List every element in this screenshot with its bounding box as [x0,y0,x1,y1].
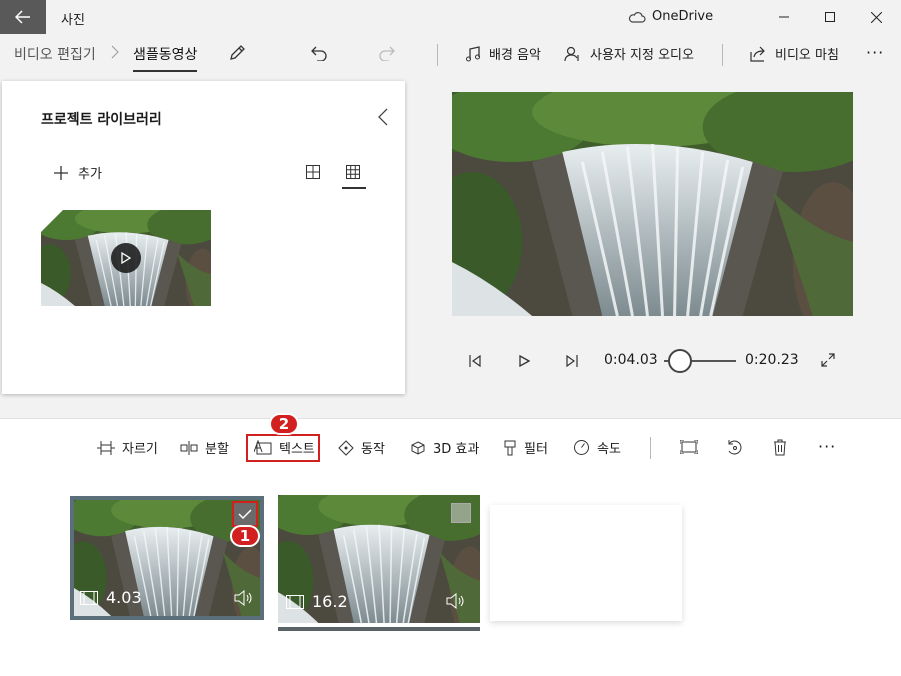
onedrive-label: OneDrive [652,9,714,24]
waterfall-image [452,92,853,316]
small-grid-icon[interactable] [346,165,360,179]
finish-video-button[interactable]: 비디오 마침 [750,44,839,63]
title-bar: 사진 OneDrive [0,0,901,34]
speed-label: 속도 [597,442,621,457]
more-button[interactable]: ··· [866,43,884,62]
minimize-icon [779,16,789,18]
library-video-thumbnail[interactable] [41,210,211,306]
finish-video-label: 비디오 마침 [775,48,839,63]
added-corner-mark [41,210,63,232]
add-media-button[interactable]: 추가 [54,163,102,182]
expand-icon[interactable] [821,353,835,367]
play-overlay-icon [111,243,141,273]
motion-icon [338,439,354,456]
filter-icon [504,440,516,455]
share-icon [750,46,765,62]
chevron-right-icon [111,45,119,59]
storyboard-more-button[interactable]: ··· [818,437,836,456]
clip-duration: 4.03 [80,588,142,607]
resize-icon[interactable] [680,440,698,454]
large-grid-icon[interactable] [306,165,320,179]
storyboard-panel: 자르기 분할 텍스트 2 동작 3D 효과 필터 속도 ··· 4.03 1 1… [0,413,901,676]
project-library-panel: 프로젝트 라이브러리 추가 [2,81,405,394]
clip-checkbox-checked[interactable] [232,501,258,527]
3d-effects-label: 3D 효과 [433,442,480,457]
back-button[interactable] [0,0,46,34]
separator [437,44,438,66]
separator [722,44,723,66]
command-bar: 비디오 편집기 샘플동영상 배경 음악 사용자 지정 오디오 비디오 마침 ··… [0,34,901,78]
filters-button[interactable]: 필터 [503,438,548,457]
clip-progress-bar [278,627,480,631]
delete-icon[interactable] [773,439,787,456]
onedrive-status[interactable]: OneDrive [628,9,713,24]
plus-icon [54,165,68,180]
redo-icon[interactable] [379,45,395,61]
maximize-button[interactable] [807,0,853,34]
trim-icon [97,440,115,455]
storyboard-clip-2[interactable]: 16.2 [278,495,480,623]
motion-button[interactable]: 동작 [338,438,385,457]
speedometer-icon [574,440,589,455]
library-title: 프로젝트 라이브러리 [41,112,162,128]
music-note-icon [466,45,480,61]
close-button[interactable] [853,0,899,34]
play-icon[interactable] [519,355,530,367]
maximize-icon [825,12,835,22]
next-frame-icon[interactable] [566,355,578,367]
close-icon [870,11,882,23]
text-button-highlight [246,434,320,462]
previous-frame-icon[interactable] [469,355,481,367]
chevron-left-icon[interactable] [378,108,388,126]
person-audio-icon [564,46,579,61]
undo-icon[interactable] [311,45,327,61]
pencil-icon[interactable] [228,44,246,62]
split-label: 분할 [205,442,229,457]
cloud-icon [628,11,646,23]
current-time: 0:04.03 [604,352,658,368]
custom-audio-label: 사용자 지정 오디오 [590,48,694,63]
clip-duration-value: 4.03 [106,588,142,607]
checkmark-icon [238,509,252,519]
film-icon [286,594,304,609]
speed-button[interactable]: 속도 [573,438,621,457]
seek-thumb[interactable] [668,349,693,373]
clip-duration-value: 16.2 [312,592,348,611]
add-label: 추가 [78,167,102,182]
empty-storyboard-slot[interactable] [490,505,682,621]
split-button[interactable]: 분할 [180,438,229,457]
minimize-button[interactable] [761,0,807,34]
3d-effects-icon [411,440,425,455]
annotation-badge-1: 1 [230,525,260,547]
separator [650,437,651,459]
video-preview[interactable] [452,92,853,316]
app-title: 사진 [61,13,85,28]
arrow-left-icon [15,10,30,24]
breadcrumb-video-editor[interactable]: 비디오 편집기 [14,44,96,64]
background-music-button[interactable]: 배경 음악 [465,44,541,63]
film-icon [80,590,98,605]
annotation-badge-2: 2 [269,413,299,435]
trim-button[interactable]: 자르기 [97,438,158,457]
rotate-icon[interactable] [726,439,743,456]
filters-label: 필터 [524,442,548,457]
clip-checkbox[interactable] [451,503,471,523]
clip-duration: 16.2 [286,592,348,611]
custom-audio-button[interactable]: 사용자 지정 오디오 [564,44,694,63]
volume-icon[interactable] [234,590,254,606]
split-icon [180,440,198,455]
background-music-label: 배경 음악 [489,48,541,63]
project-title: 샘플동영상 [133,44,198,72]
3d-effects-button[interactable]: 3D 효과 [410,438,479,457]
total-time: 0:20.23 [745,352,799,368]
active-view-indicator [342,187,366,189]
volume-icon[interactable] [446,593,466,609]
motion-label: 동작 [361,442,385,457]
trim-label: 자르기 [122,442,158,457]
